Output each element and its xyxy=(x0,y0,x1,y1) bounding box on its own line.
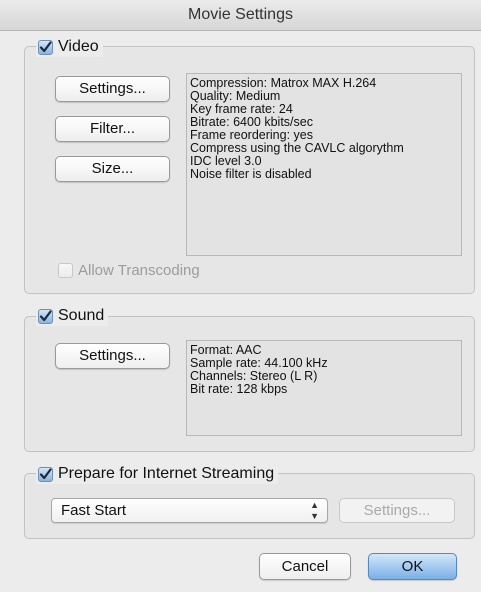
allow-transcoding-option[interactable]: Allow Transcoding xyxy=(58,262,200,279)
video-info-box: Compression: Matrox MAX H.264 Quality: M… xyxy=(186,73,462,256)
info-line: Bit rate: 128 kbps xyxy=(190,382,288,396)
cancel-button[interactable]: Cancel xyxy=(259,553,351,580)
ok-button[interactable]: OK xyxy=(368,553,457,580)
sound-checkbox[interactable] xyxy=(38,308,53,324)
video-settings-button[interactable]: Settings... xyxy=(55,76,170,102)
video-label: Video xyxy=(58,38,99,55)
streaming-settings-button[interactable]: Settings... xyxy=(339,498,455,523)
checkmark-icon xyxy=(39,467,52,479)
streaming-label: Prepare for Internet Streaming xyxy=(58,465,275,482)
sound-info-box: Format: AAC Sample rate: 44.100 kHz Chan… xyxy=(186,340,462,436)
checkmark-icon xyxy=(39,40,52,52)
video-size-button[interactable]: Size... xyxy=(55,156,170,182)
sound-legend[interactable]: Sound xyxy=(36,306,109,326)
sound-settings-button[interactable]: Settings... xyxy=(55,343,170,369)
updown-arrows-icon: ▲ ▼ xyxy=(310,499,319,521)
window-title: Movie Settings xyxy=(188,6,293,23)
streaming-mode-select[interactable]: Fast Start ▲ ▼ xyxy=(51,498,328,523)
info-line: Noise filter is disabled xyxy=(190,167,312,181)
allow-transcoding-label: Allow Transcoding xyxy=(78,262,200,279)
window-title-bar: Movie Settings xyxy=(0,0,481,31)
streaming-mode-value: Fast Start xyxy=(61,502,127,519)
video-legend[interactable]: Video xyxy=(36,37,103,57)
video-checkbox[interactable] xyxy=(38,39,53,55)
checkmark-icon xyxy=(39,309,52,321)
streaming-legend[interactable]: Prepare for Internet Streaming xyxy=(36,464,279,484)
allow-transcoding-checkbox[interactable] xyxy=(58,263,73,278)
streaming-checkbox[interactable] xyxy=(38,466,53,482)
video-filter-button[interactable]: Filter... xyxy=(55,116,170,142)
sound-label: Sound xyxy=(58,307,105,324)
